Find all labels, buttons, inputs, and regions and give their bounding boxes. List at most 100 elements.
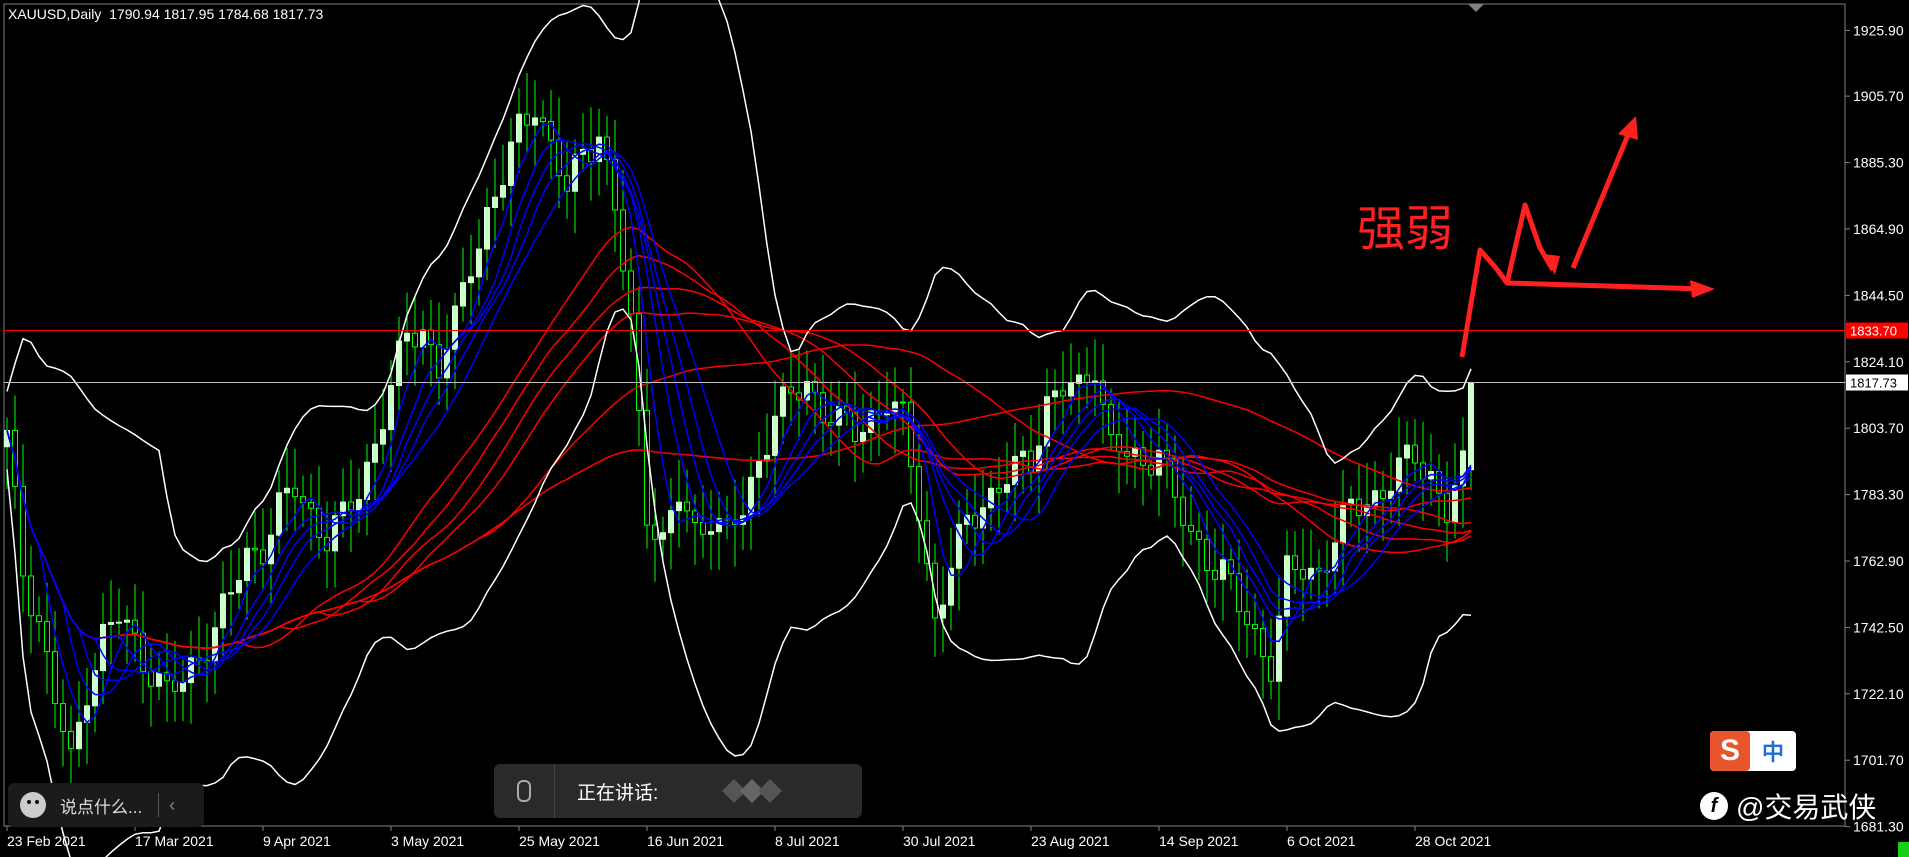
candle-body: [236, 579, 242, 594]
candle-body: [1380, 490, 1386, 499]
candle-body: [36, 615, 42, 623]
candle-body: [660, 532, 666, 540]
candle-body: [708, 531, 714, 535]
candle-body: [28, 575, 34, 617]
candle-body: [180, 682, 186, 692]
candle-body: [780, 386, 786, 417]
corner-marker: [1898, 842, 1909, 857]
candle-body: [1004, 484, 1010, 493]
microphone-icon[interactable]: [494, 764, 555, 818]
candle-body: [1356, 498, 1362, 517]
candle-body: [60, 703, 66, 733]
candle-body: [116, 621, 122, 624]
price-chart[interactable]: 1833.70 1817.73 1925.90 1905.70 1885.30 1864.…: [0, 0, 1909, 857]
candle-body: [924, 520, 930, 564]
candle-body: [380, 429, 386, 445]
candle-body: [460, 282, 466, 307]
y-tick-label: 1722.10: [1853, 686, 1904, 702]
candle-body: [988, 487, 994, 509]
candle-body: [1060, 390, 1066, 397]
candle-body: [1052, 390, 1058, 398]
candle-body: [468, 276, 474, 284]
candle-body: [532, 117, 538, 126]
candle-body: [1196, 530, 1202, 540]
y-tick-label: 1803.70: [1853, 420, 1904, 436]
candle-body: [1180, 496, 1186, 526]
candle-body: [524, 113, 530, 126]
candle-body: [220, 593, 226, 629]
candle-body: [412, 332, 418, 348]
candle-body: [684, 501, 690, 512]
candle-body: [1284, 555, 1290, 617]
candle-body: [172, 680, 178, 692]
candle-body: [700, 522, 706, 535]
y-tick-label: 1701.70: [1853, 752, 1904, 768]
chat-placeholder[interactable]: 说点什么...: [60, 793, 142, 818]
candle-body: [1220, 559, 1226, 580]
x-tick-label: 9 Apr 2021: [263, 833, 331, 849]
speaking-avatar-icon: [722, 779, 782, 803]
candle-body: [1340, 503, 1346, 544]
candle-body: [996, 487, 1002, 493]
candle-body: [308, 502, 314, 509]
candle-body: [1212, 569, 1218, 580]
logo-z: 中: [1761, 740, 1784, 765]
chart-background: [0, 0, 1909, 857]
smile-icon[interactable]: [20, 792, 46, 818]
candle-body: [1300, 569, 1306, 580]
divider: [158, 793, 160, 817]
y-tick-label: 1742.50: [1853, 619, 1904, 635]
candle-body: [52, 651, 58, 705]
x-tick-label: 16 Jun 2021: [647, 833, 724, 849]
candle-body: [276, 492, 282, 536]
candle-body: [484, 206, 490, 250]
candle-body: [900, 401, 906, 404]
candle-body: [372, 443, 378, 463]
candle-body: [500, 185, 506, 198]
x-tick-label: 30 Jul 2021: [903, 833, 976, 849]
candle-body: [124, 619, 130, 623]
candle-body: [1292, 555, 1298, 571]
candle-body: [756, 460, 762, 478]
chart-header: XAUUSD,Daily 1790.94 1817.95 1784.68 181…: [8, 6, 323, 22]
candle-body: [772, 415, 778, 456]
speaking-panel: 正在讲话:: [494, 764, 862, 818]
candle-body: [268, 534, 274, 565]
candle-body: [100, 623, 106, 672]
candle-body: [636, 313, 642, 412]
candle-body: [1404, 444, 1410, 459]
y-tick-label: 1762.90: [1853, 553, 1904, 569]
candle-body: [1204, 538, 1210, 571]
candle-body: [668, 510, 674, 534]
candle-body: [1468, 382, 1474, 471]
sogou-input-icon[interactable]: S 中: [1710, 731, 1796, 771]
candle-body: [972, 514, 978, 529]
candle-body: [516, 113, 522, 143]
candle-body: [428, 329, 434, 346]
x-tick-label: 6 Oct 2021: [1287, 833, 1356, 849]
candle-body: [356, 499, 362, 511]
y-tick-label: 1844.50: [1853, 287, 1904, 303]
candle-body: [388, 385, 394, 431]
price-label: 1833.70: [1850, 324, 1897, 339]
candle-body: [932, 562, 938, 619]
candle-body: [1252, 624, 1258, 629]
watermark: f @交易武侠: [1700, 786, 1876, 826]
candle-body: [1020, 450, 1026, 457]
x-tick-label: 25 May 2021: [519, 833, 600, 849]
price-label: 1817.73: [1850, 376, 1897, 391]
candle-body: [860, 431, 866, 443]
chat-input-bar[interactable]: 说点什么... ‹: [8, 783, 204, 827]
candle-body: [1084, 374, 1090, 383]
candle-body: [1268, 656, 1274, 682]
candle-body: [652, 524, 658, 540]
y-tick-label: 1905.70: [1853, 88, 1904, 104]
candle-body: [332, 515, 338, 552]
candle-body: [148, 671, 154, 687]
candle-body: [676, 501, 682, 512]
candle-body: [44, 621, 50, 653]
chevron-left-icon[interactable]: ‹: [169, 795, 175, 816]
y-tick-label: 1864.90: [1853, 221, 1904, 237]
candle-body: [1116, 434, 1122, 453]
candle-body: [572, 153, 578, 192]
